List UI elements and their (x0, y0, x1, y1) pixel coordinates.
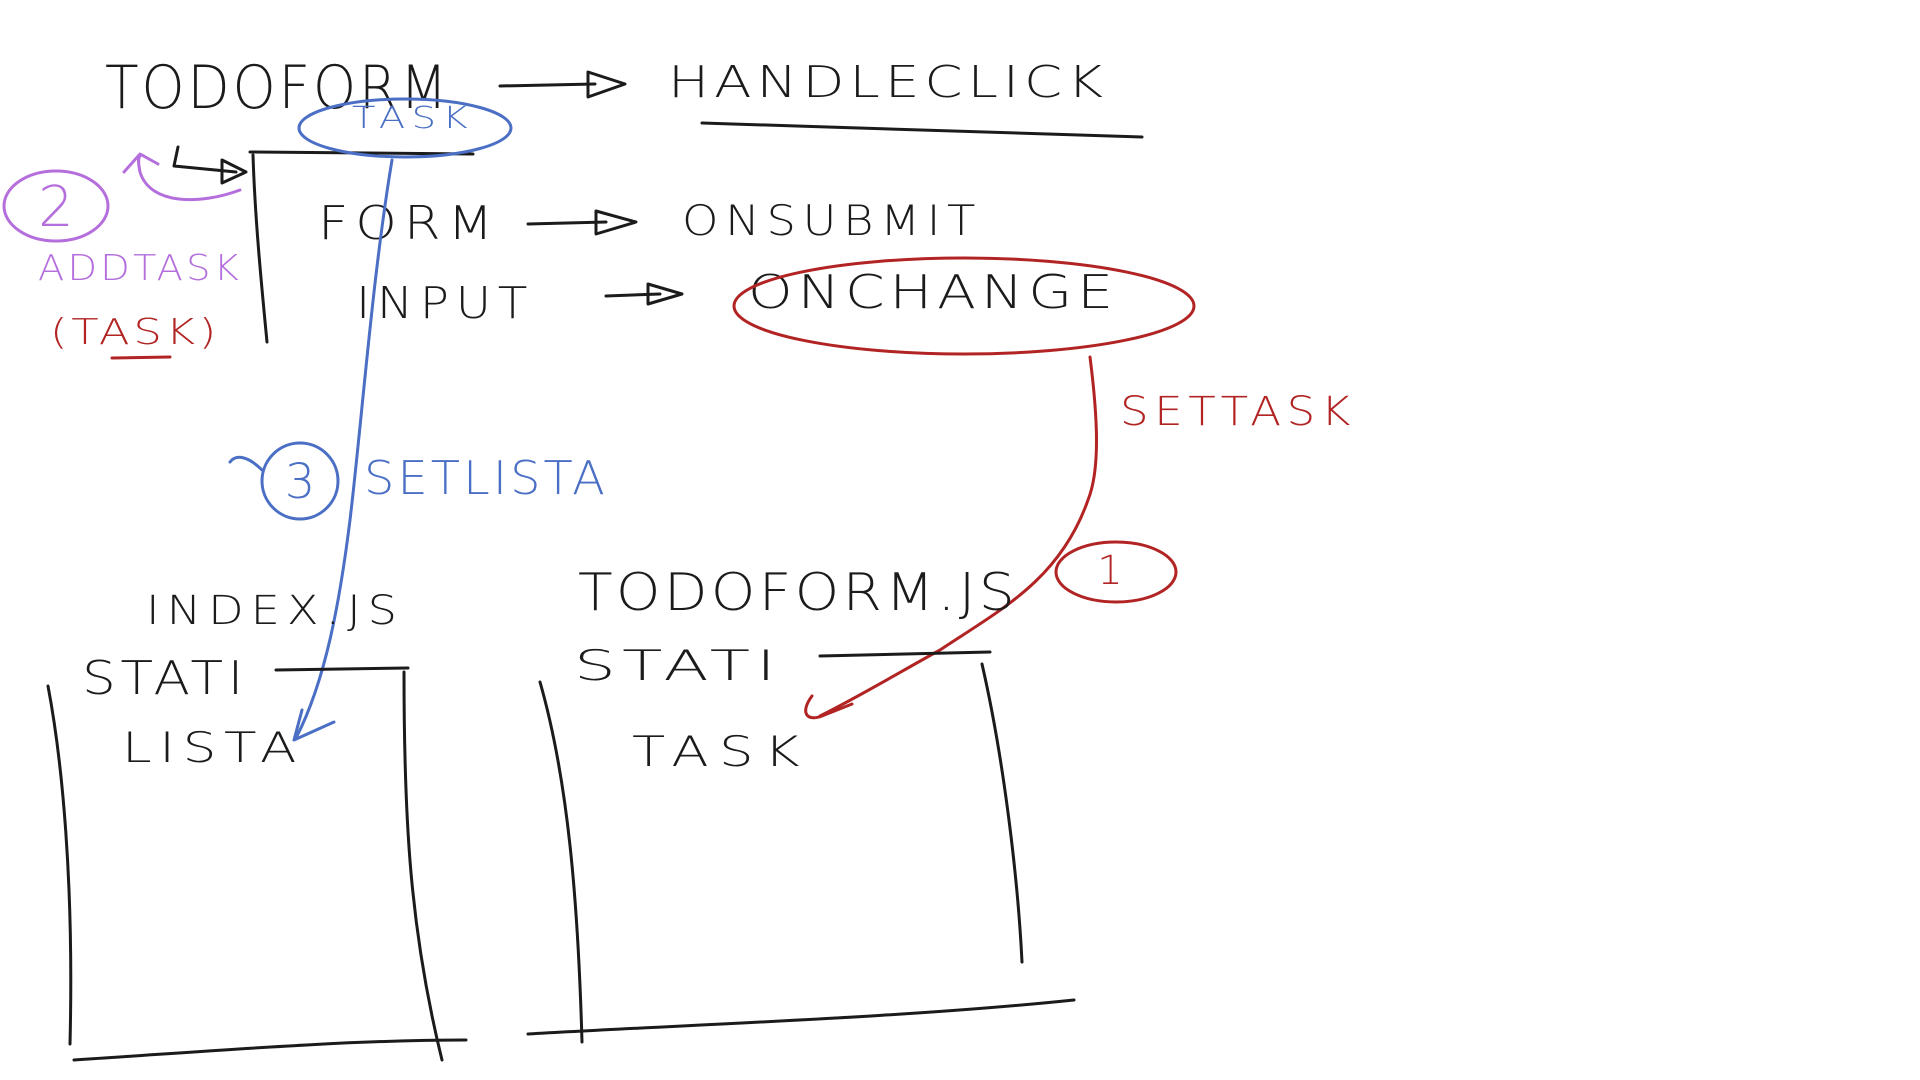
index-state-underline (274, 666, 410, 672)
index-file-label: INDEX.JS (146, 588, 404, 634)
settask-arrow-head-icon (804, 694, 854, 720)
step2-number: 2 (38, 175, 74, 240)
input-label: INPUT (356, 278, 534, 329)
addtask-flow: 2 ADDTASK (2, 152, 242, 289)
form-bracket (251, 153, 269, 344)
hook-arrow (172, 145, 238, 174)
addtask-arg-label: (TASK) (50, 312, 220, 353)
addtask-arg-underline (110, 355, 172, 360)
todoform-box-bottom (526, 998, 1076, 1036)
index-component: INDEX.JS STATI LISTA (46, 588, 468, 1062)
arrow-to-onchange (604, 292, 662, 298)
todoform-component: TODOFORM.JS STATI TASK (526, 563, 1076, 1044)
settask-line (818, 355, 1098, 718)
todoform-box-left (538, 680, 584, 1044)
arrow-to-handleclick (498, 82, 597, 88)
step3-circle-tail (228, 455, 264, 472)
handleclick-label: HANDLECLICK (668, 57, 1108, 108)
index-box-right (402, 670, 444, 1062)
todoform-state-underline (818, 650, 992, 658)
todoform-file-label: TODOFORM.JS (578, 563, 1018, 623)
task-top-label: TASK (352, 101, 474, 136)
step1-number: 1 (1097, 548, 1122, 594)
form-label: FORM (318, 196, 500, 250)
index-box-bottom (72, 1038, 468, 1062)
task-state-label: TASK (632, 727, 810, 776)
settask-label: SETTASK (1120, 389, 1356, 435)
whiteboard-canvas: TODOFORM HANDLECLICK FORM ONSUBMIT INPUT… (2, 53, 1356, 1062)
step3-number: 3 (285, 454, 316, 510)
index-box-left (46, 684, 73, 1046)
onsubmit-label: ONSUBMIT (682, 196, 982, 245)
handleclick-underline (700, 121, 1144, 139)
arrow-to-onsubmit (526, 220, 608, 226)
todoform-state-label: STATI (574, 641, 782, 690)
index-state-label: STATI (82, 651, 248, 705)
todoform-flow: TODOFORM HANDLECLICK FORM ONSUBMIT INPUT… (105, 53, 1144, 344)
setlista-label: SETLISTA (364, 451, 608, 505)
lista-label: LISTA (122, 723, 304, 772)
todoform-box-right (980, 662, 1024, 964)
addtask-label: ADDTASK (38, 248, 242, 289)
